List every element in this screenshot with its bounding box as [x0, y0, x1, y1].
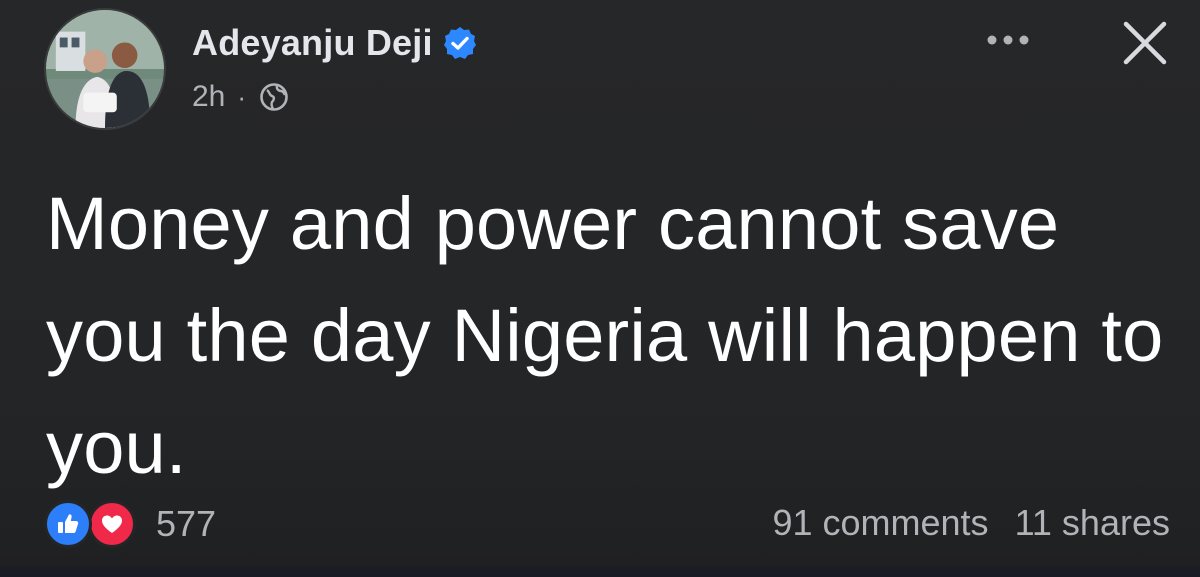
author-avatar[interactable]: [44, 8, 166, 130]
love-reaction-icon: [88, 500, 136, 548]
post-text: Money and power cannot save you the day …: [46, 182, 1164, 489]
engagement-stats: 91 comments 11 shares: [772, 502, 1170, 544]
comments-count-link[interactable]: 91 comments: [772, 502, 988, 544]
meta-separator: ·: [237, 81, 247, 112]
reaction-icons: [44, 500, 144, 548]
close-button[interactable]: [1110, 8, 1180, 78]
post-meta: 2h ·: [192, 80, 290, 114]
verified-badge-icon: [443, 26, 477, 60]
bottom-edge: [0, 565, 1200, 577]
more-options-button[interactable]: [978, 20, 1038, 60]
like-reaction-icon: [44, 500, 92, 548]
reaction-count: 577: [156, 503, 217, 544]
more-horizontal-icon: [987, 35, 1029, 45]
reactions-summary[interactable]: 577: [44, 500, 216, 548]
avatar-photo: [46, 10, 164, 128]
author-name-row: Adeyanju Deji: [192, 22, 477, 64]
shares-count-link[interactable]: 11 shares: [1015, 502, 1170, 544]
facebook-post: Adeyanju Deji 2h · Money and power canno…: [0, 0, 1200, 577]
author-name[interactable]: Adeyanju Deji: [192, 22, 433, 64]
post-timestamp[interactable]: 2h: [192, 80, 225, 114]
globe-icon: [258, 81, 290, 113]
close-icon: [1123, 21, 1167, 65]
